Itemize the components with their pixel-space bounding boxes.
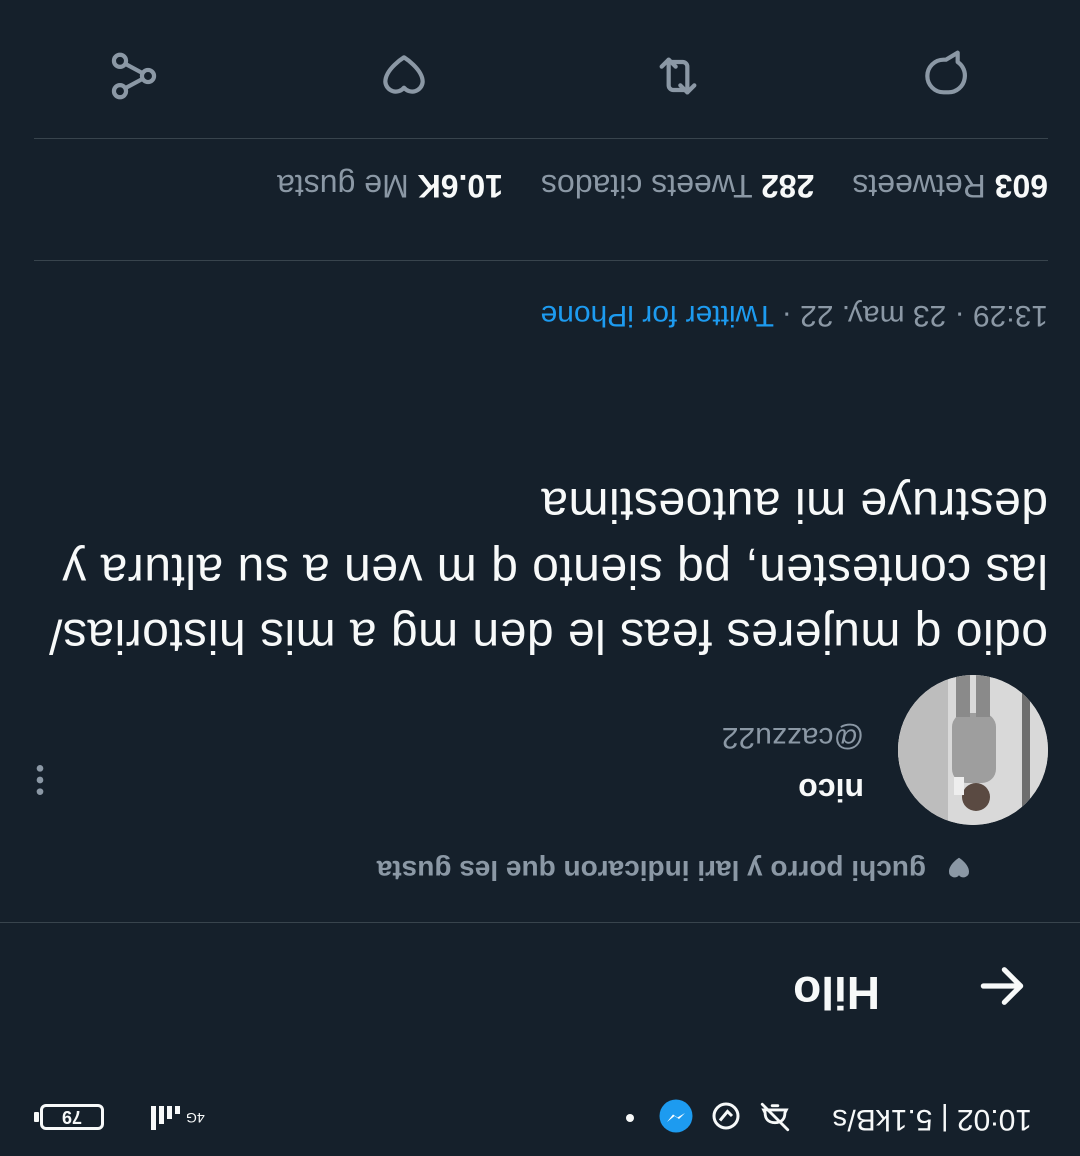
- tweet-text: odio q mujeres feas le den mg a mis hist…: [48, 478, 1048, 662]
- quotes-count: 282: [760, 168, 815, 204]
- retweets-label: Retweets: [852, 168, 986, 204]
- tweet-source-link[interactable]: Twitter for iPhone: [541, 299, 774, 332]
- author-name[interactable]: nico: [798, 771, 864, 808]
- tweet-stats: 603 Retweets 282 Tweets citados 10.6K Me g…: [277, 167, 1048, 204]
- retweet-icon[interactable]: [650, 48, 706, 104]
- likes-count: 10.6K: [417, 168, 503, 204]
- more-icon[interactable]: [20, 760, 60, 800]
- page-title: Hilo: [793, 967, 880, 1019]
- screen: 10:02 | 5.1kB/s 4G 79 Hilo guchi porro y…: [0, 0, 1080, 1156]
- tweet-meta: 13:29 · 23 may. 22 · Twitter for iPhone: [541, 298, 1048, 332]
- status-time: 10:02 | 5.1kB/s: [832, 1103, 1032, 1136]
- messenger-icon: [658, 1098, 694, 1134]
- quotes-stat[interactable]: 282 Tweets citados: [541, 168, 814, 204]
- back-arrow-icon[interactable]: [974, 958, 1030, 1014]
- likes-label: Me gusta: [277, 168, 409, 204]
- network-type: 4G: [186, 1110, 205, 1126]
- social-context[interactable]: guchi porro y lari indicaron que les gus…: [377, 854, 926, 886]
- sync-icon: [708, 1098, 744, 1134]
- retweets-stat[interactable]: 603 Retweets: [852, 168, 1048, 204]
- divider: [34, 138, 1048, 139]
- share-icon[interactable]: [106, 48, 162, 104]
- reply-icon[interactable]: [918, 48, 974, 104]
- battery-level: 79: [61, 1107, 83, 1127]
- quotes-label: Tweets citados: [540, 168, 753, 204]
- divider: [34, 260, 1048, 261]
- avatar[interactable]: [898, 675, 1048, 825]
- retweets-count: 603: [994, 168, 1048, 204]
- alarm-off-icon: [758, 1100, 792, 1134]
- status-bar: 10:02 | 5.1kB/s 4G 79: [0, 1076, 1080, 1156]
- notification-dot: [626, 1114, 634, 1122]
- like-icon[interactable]: [376, 48, 432, 104]
- tweet-time: 13:29 · 23 may. 22 ·: [773, 299, 1048, 332]
- likes-stat[interactable]: 10.6K Me gusta: [277, 168, 503, 204]
- author-handle[interactable]: @cazzu22: [722, 720, 864, 754]
- battery-icon: 79: [40, 1104, 104, 1130]
- battery-tip: [34, 1112, 39, 1122]
- header: Hilo: [0, 922, 1080, 1076]
- heart-icon: [944, 854, 974, 884]
- signal-icon: [142, 1104, 182, 1134]
